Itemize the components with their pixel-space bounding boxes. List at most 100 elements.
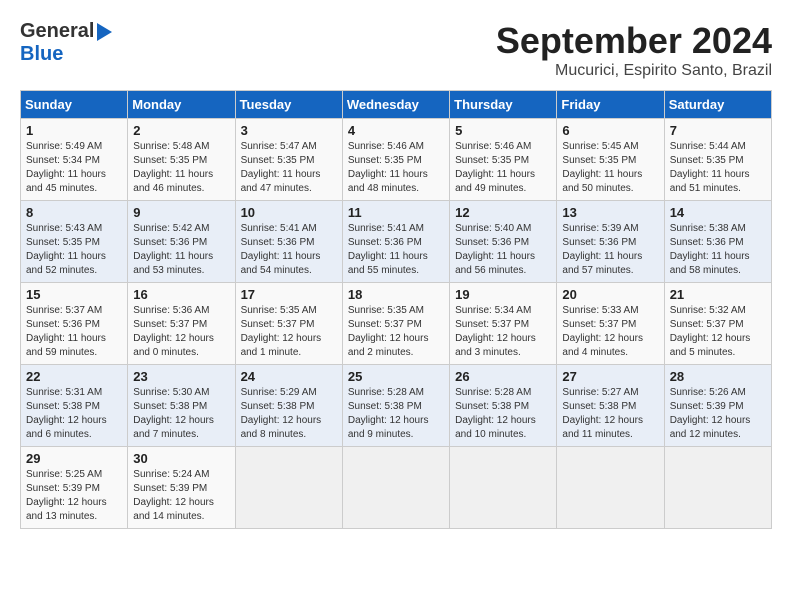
day-info: Sunrise: 5:48 AM Sunset: 5:35 PM Dayligh… — [133, 140, 229, 196]
day-number: 17 — [241, 287, 337, 302]
day-info: Sunrise: 5:33 AM Sunset: 5:37 PM Dayligh… — [562, 304, 658, 360]
day-number: 13 — [562, 205, 658, 220]
col-monday: Monday — [128, 91, 235, 119]
day-info: Sunrise: 5:40 AM Sunset: 5:36 PM Dayligh… — [455, 222, 551, 278]
day-number: 30 — [133, 451, 229, 466]
calendar-cell: 21 Sunrise: 5:32 AM Sunset: 5:37 PM Dayli… — [664, 283, 771, 365]
calendar-cell: 28 Sunrise: 5:26 AM Sunset: 5:39 PM Dayli… — [664, 365, 771, 447]
calendar-cell: 29Sunrise: 5:25 AM Sunset: 5:39 PM Dayli… — [21, 447, 128, 529]
day-info: Sunrise: 5:30 AM Sunset: 5:38 PM Dayligh… — [133, 386, 229, 442]
logo-general-text: General — [20, 20, 94, 42]
calendar-cell: 8 Sunrise: 5:43 AM Sunset: 5:35 PM Daylig… — [21, 201, 128, 283]
day-number: 24 — [241, 369, 337, 384]
logo: General Blue — [20, 20, 112, 66]
calendar-cell: 16 Sunrise: 5:36 AM Sunset: 5:37 PM Dayli… — [128, 283, 235, 365]
calendar-table: Sunday Monday Tuesday Wednesday Thursday… — [20, 90, 772, 529]
day-info: Sunrise: 5:36 AM Sunset: 5:37 PM Dayligh… — [133, 304, 229, 360]
day-info: Sunrise: 5:24 AM Sunset: 5:39 PM Dayligh… — [133, 468, 229, 524]
calendar-cell: 30 Sunrise: 5:24 AM Sunset: 5:39 PM Dayli… — [128, 447, 235, 529]
col-sunday: Sunday — [21, 91, 128, 119]
day-info: Sunrise: 5:29 AM Sunset: 5:38 PM Dayligh… — [241, 386, 337, 442]
calendar-cell: 26 Sunrise: 5:28 AM Sunset: 5:38 PM Dayli… — [450, 365, 557, 447]
day-info: Sunrise: 5:26 AM Sunset: 5:39 PM Dayligh… — [670, 386, 766, 442]
calendar-cell: 5Sunrise: 5:46 AM Sunset: 5:35 PM Daylig… — [450, 119, 557, 201]
day-info: Sunrise: 5:31 AM Sunset: 5:38 PM Dayligh… — [26, 386, 122, 442]
day-info: Sunrise: 5:38 AM Sunset: 5:36 PM Dayligh… — [670, 222, 766, 278]
day-info: Sunrise: 5:47 AM Sunset: 5:35 PM Dayligh… — [241, 140, 337, 196]
day-number: 5 — [455, 123, 551, 138]
day-number: 10 — [241, 205, 337, 220]
header-row: Sunday Monday Tuesday Wednesday Thursday… — [21, 91, 772, 119]
day-info: Sunrise: 5:41 AM Sunset: 5:36 PM Dayligh… — [241, 222, 337, 278]
day-info: Sunrise: 5:28 AM Sunset: 5:38 PM Dayligh… — [348, 386, 444, 442]
title-block: September 2024 Mucurici, Espirito Santo,… — [496, 20, 772, 80]
logo-text: General — [20, 20, 94, 43]
calendar-header: Sunday Monday Tuesday Wednesday Thursday… — [21, 91, 772, 119]
calendar-cell — [235, 447, 342, 529]
day-info: Sunrise: 5:42 AM Sunset: 5:36 PM Dayligh… — [133, 222, 229, 278]
calendar-cell: 25 Sunrise: 5:28 AM Sunset: 5:38 PM Dayli… — [342, 365, 449, 447]
day-info: Sunrise: 5:25 AM Sunset: 5:39 PM Dayligh… — [26, 468, 122, 524]
day-number: 25 — [348, 369, 444, 384]
day-number: 28 — [670, 369, 766, 384]
day-number: 3 — [241, 123, 337, 138]
calendar-cell: 2 Sunrise: 5:48 AM Sunset: 5:35 PM Daylig… — [128, 119, 235, 201]
calendar-subtitle: Mucurici, Espirito Santo, Brazil — [496, 62, 772, 80]
day-number: 23 — [133, 369, 229, 384]
day-info: Sunrise: 5:35 AM Sunset: 5:37 PM Dayligh… — [348, 304, 444, 360]
day-info: Sunrise: 5:49 AM Sunset: 5:34 PM Dayligh… — [26, 140, 122, 196]
day-info: Sunrise: 5:34 AM Sunset: 5:37 PM Dayligh… — [455, 304, 551, 360]
day-number: 21 — [670, 287, 766, 302]
calendar-week-3: 15 Sunrise: 5:37 AM Sunset: 5:36 PM Dayli… — [21, 283, 772, 365]
day-number: 15 — [26, 287, 122, 302]
day-number: 7 — [670, 123, 766, 138]
calendar-cell: 11Sunrise: 5:41 AM Sunset: 5:36 PM Dayli… — [342, 201, 449, 283]
day-number: 1 — [26, 123, 122, 138]
day-info: Sunrise: 5:46 AM Sunset: 5:35 PM Dayligh… — [348, 140, 444, 196]
page-header: General Blue September 2024 Mucurici, Es… — [20, 20, 772, 80]
col-thursday: Thursday — [450, 91, 557, 119]
calendar-cell — [557, 447, 664, 529]
day-info: Sunrise: 5:37 AM Sunset: 5:36 PM Dayligh… — [26, 304, 122, 360]
col-saturday: Saturday — [664, 91, 771, 119]
calendar-cell: 10 Sunrise: 5:41 AM Sunset: 5:36 PM Dayli… — [235, 201, 342, 283]
calendar-cell: 9 Sunrise: 5:42 AM Sunset: 5:36 PM Daylig… — [128, 201, 235, 283]
day-number: 6 — [562, 123, 658, 138]
calendar-cell: 7 Sunrise: 5:44 AM Sunset: 5:35 PM Daylig… — [664, 119, 771, 201]
calendar-cell: 17Sunrise: 5:35 AM Sunset: 5:37 PM Dayli… — [235, 283, 342, 365]
day-info: Sunrise: 5:28 AM Sunset: 5:38 PM Dayligh… — [455, 386, 551, 442]
calendar-cell: 14 Sunrise: 5:38 AM Sunset: 5:36 PM Dayli… — [664, 201, 771, 283]
calendar-week-1: 1 Sunrise: 5:49 AM Sunset: 5:34 PM Daylig… — [21, 119, 772, 201]
calendar-week-5: 29Sunrise: 5:25 AM Sunset: 5:39 PM Dayli… — [21, 447, 772, 529]
calendar-cell: 1 Sunrise: 5:49 AM Sunset: 5:34 PM Daylig… — [21, 119, 128, 201]
day-info: Sunrise: 5:44 AM Sunset: 5:35 PM Dayligh… — [670, 140, 766, 196]
day-number: 9 — [133, 205, 229, 220]
day-info: Sunrise: 5:32 AM Sunset: 5:37 PM Dayligh… — [670, 304, 766, 360]
calendar-cell: 22Sunrise: 5:31 AM Sunset: 5:38 PM Dayli… — [21, 365, 128, 447]
calendar-cell — [450, 447, 557, 529]
logo-blue-text: Blue — [20, 43, 63, 65]
day-info: Sunrise: 5:43 AM Sunset: 5:35 PM Dayligh… — [26, 222, 122, 278]
day-number: 4 — [348, 123, 444, 138]
day-number: 20 — [562, 287, 658, 302]
calendar-cell: 13Sunrise: 5:39 AM Sunset: 5:36 PM Dayli… — [557, 201, 664, 283]
col-friday: Friday — [557, 91, 664, 119]
day-number: 8 — [26, 205, 122, 220]
calendar-title: September 2024 — [496, 20, 772, 62]
day-number: 18 — [348, 287, 444, 302]
calendar-week-2: 8 Sunrise: 5:43 AM Sunset: 5:35 PM Daylig… — [21, 201, 772, 283]
logo-arrow-icon — [97, 23, 112, 41]
calendar-cell: 12Sunrise: 5:40 AM Sunset: 5:36 PM Dayli… — [450, 201, 557, 283]
day-number: 19 — [455, 287, 551, 302]
day-number: 27 — [562, 369, 658, 384]
day-number: 14 — [670, 205, 766, 220]
day-info: Sunrise: 5:45 AM Sunset: 5:35 PM Dayligh… — [562, 140, 658, 196]
day-number: 16 — [133, 287, 229, 302]
day-number: 2 — [133, 123, 229, 138]
calendar-cell: 4 Sunrise: 5:46 AM Sunset: 5:35 PM Daylig… — [342, 119, 449, 201]
col-tuesday: Tuesday — [235, 91, 342, 119]
day-number: 11 — [348, 205, 444, 220]
calendar-cell: 20 Sunrise: 5:33 AM Sunset: 5:37 PM Dayli… — [557, 283, 664, 365]
day-number: 26 — [455, 369, 551, 384]
calendar-cell: 27Sunrise: 5:27 AM Sunset: 5:38 PM Dayli… — [557, 365, 664, 447]
